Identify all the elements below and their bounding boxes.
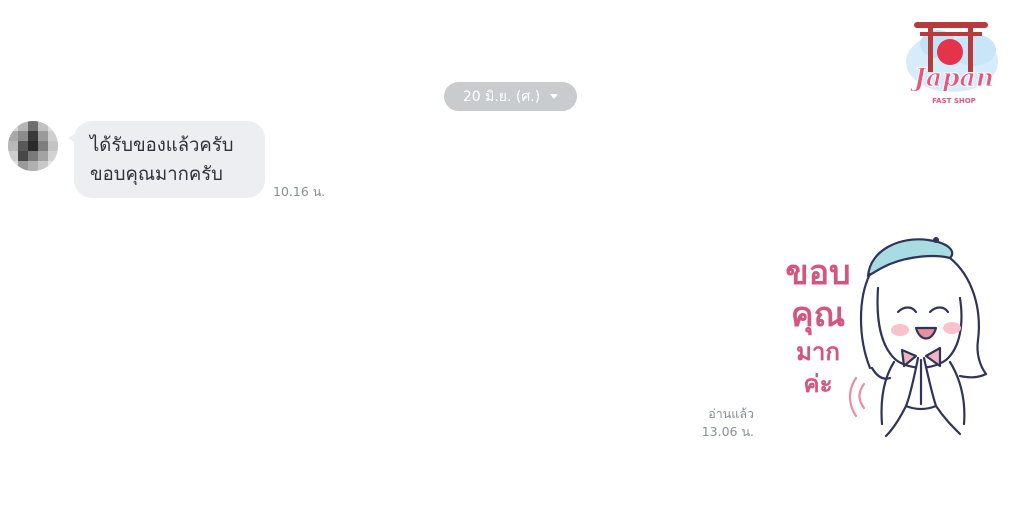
japan-fast-shop-logo: Japan FAST SHOP xyxy=(906,22,998,105)
date-separator[interactable]: 20 มิ.ย. (ศ.) xyxy=(444,82,577,111)
date-separator-label: 20 มิ.ย. (ศ.) xyxy=(462,88,541,105)
read-label: อ่านแล้ว xyxy=(708,406,754,421)
logo-brand-text: Japan xyxy=(910,63,994,92)
sticker-text-line-4: ค่ะ xyxy=(803,370,833,398)
sticker-text-line-3: มาก xyxy=(796,338,840,366)
sticker-text: ขอบ คุณ มาก ค่ะ xyxy=(772,252,864,400)
chat-screen: Japan FAST SHOP 20 มิ.ย. (ศ.) ได้รับของแ… xyxy=(0,0,1024,512)
incoming-message-time: 10.16 น. xyxy=(273,184,326,199)
logo-tagline-text: FAST SHOP xyxy=(932,97,976,105)
outgoing-read-status: อ่านแล้ว 13.06 น. xyxy=(702,405,754,441)
bubble-tail xyxy=(68,133,76,143)
avatar[interactable] xyxy=(8,121,58,171)
incoming-message-line-2: ขอบคุณมากครับ xyxy=(90,164,223,185)
incoming-message-bubble[interactable]: ได้รับของแล้วครับ ขอบคุณมากครับ xyxy=(68,121,265,198)
outgoing-message-time: 13.06 น. xyxy=(701,424,754,439)
sticker-text-line-1: ขอบ xyxy=(785,253,851,293)
sticker-text-line-2: คุณ xyxy=(790,295,846,335)
chevron-down-icon xyxy=(550,94,559,99)
incoming-message-line-1: ได้รับของแล้วครับ xyxy=(90,135,234,156)
